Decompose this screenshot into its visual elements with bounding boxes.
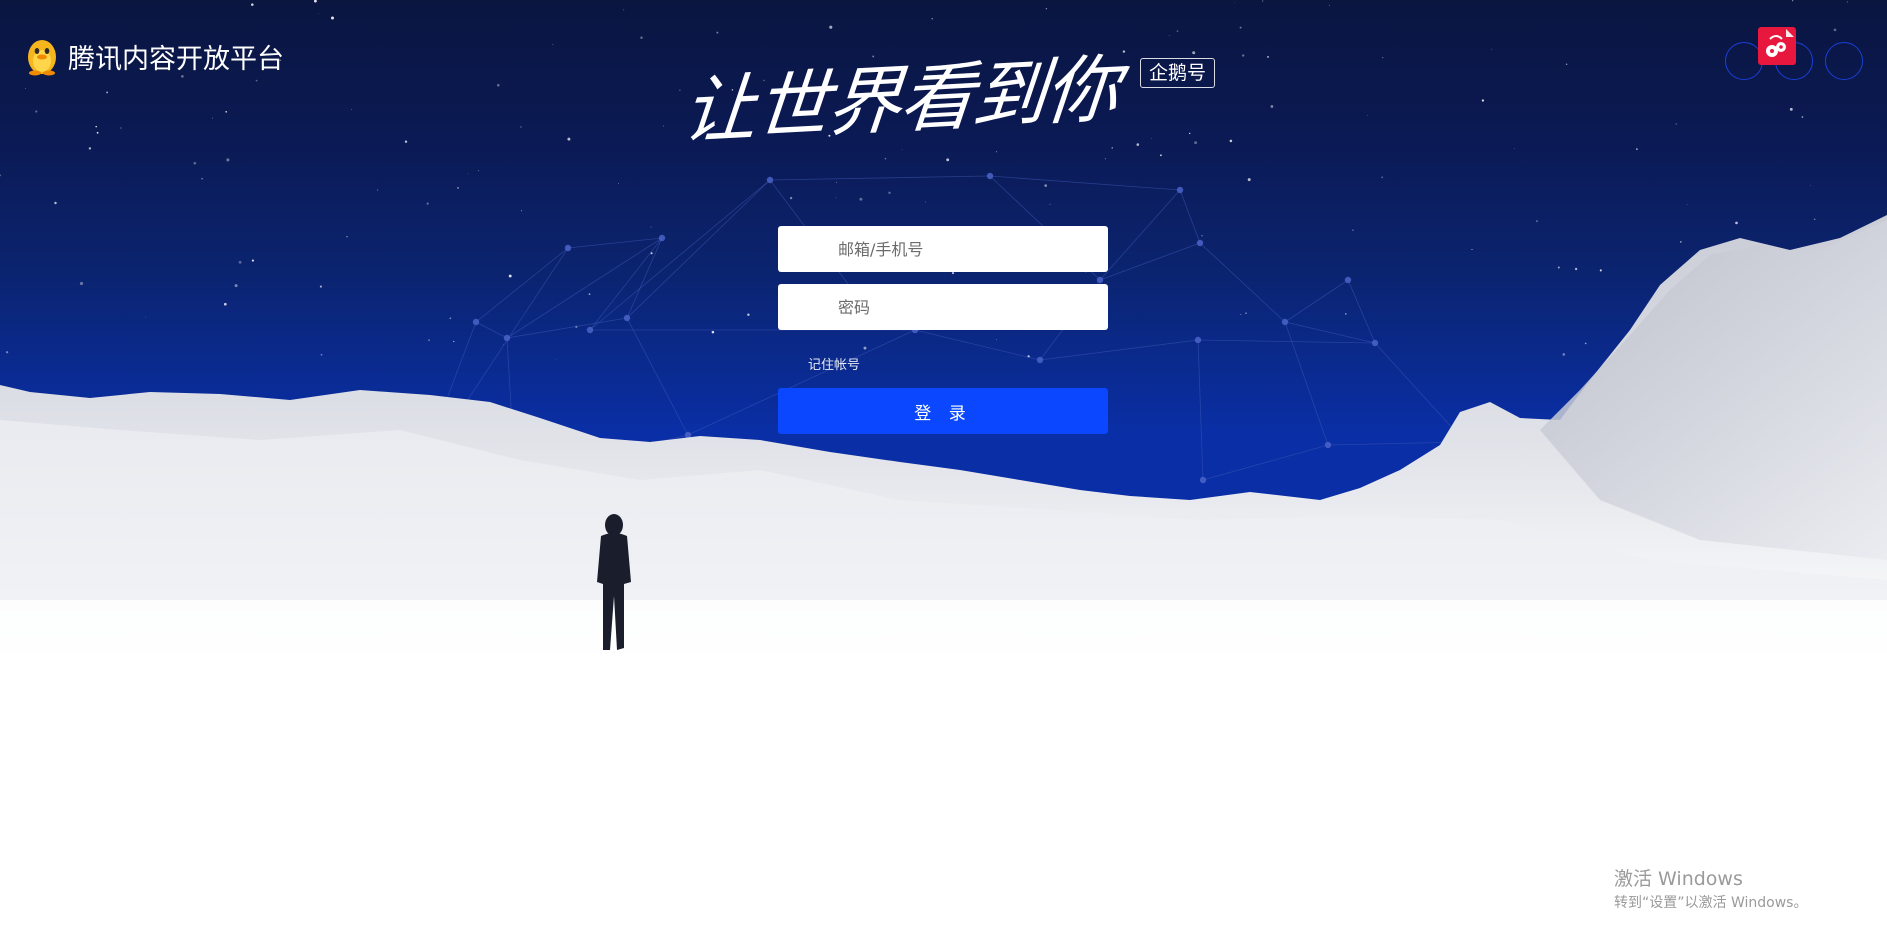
remember-account-option[interactable]: 记住帐号 xyxy=(808,354,860,373)
site-logo[interactable]: 腾讯内容开放平台 xyxy=(22,36,284,76)
qiehao-badge: 企鹅号 xyxy=(1140,58,1216,88)
login-button[interactable]: 登 录 xyxy=(778,388,1108,434)
windows-activation-watermark: 激活 Windows 转到“设置”以激活 Windows。 xyxy=(1614,866,1807,914)
remember-account-label: 记住帐号 xyxy=(808,358,861,373)
site-name: 腾讯内容开放平台 xyxy=(68,43,284,75)
watermark-subtitle: 转到“设置”以激活 Windows。 xyxy=(1614,895,1808,911)
circle-icon[interactable] xyxy=(1825,42,1863,80)
hero-slogan: 让世界看到你 xyxy=(678,46,1122,155)
hero-banner: 腾讯内容开放平台 让世界看到你 企鹅号 记住帐号 登 录 xyxy=(0,0,1887,653)
weibo-icon[interactable] xyxy=(1758,27,1796,65)
top-right-icons xyxy=(1720,22,1880,82)
password-input[interactable] xyxy=(778,284,1108,330)
qq-penguin-icon xyxy=(28,40,56,76)
watermark-title: 激活 Windows xyxy=(1614,868,1743,890)
account-input[interactable] xyxy=(778,226,1108,272)
